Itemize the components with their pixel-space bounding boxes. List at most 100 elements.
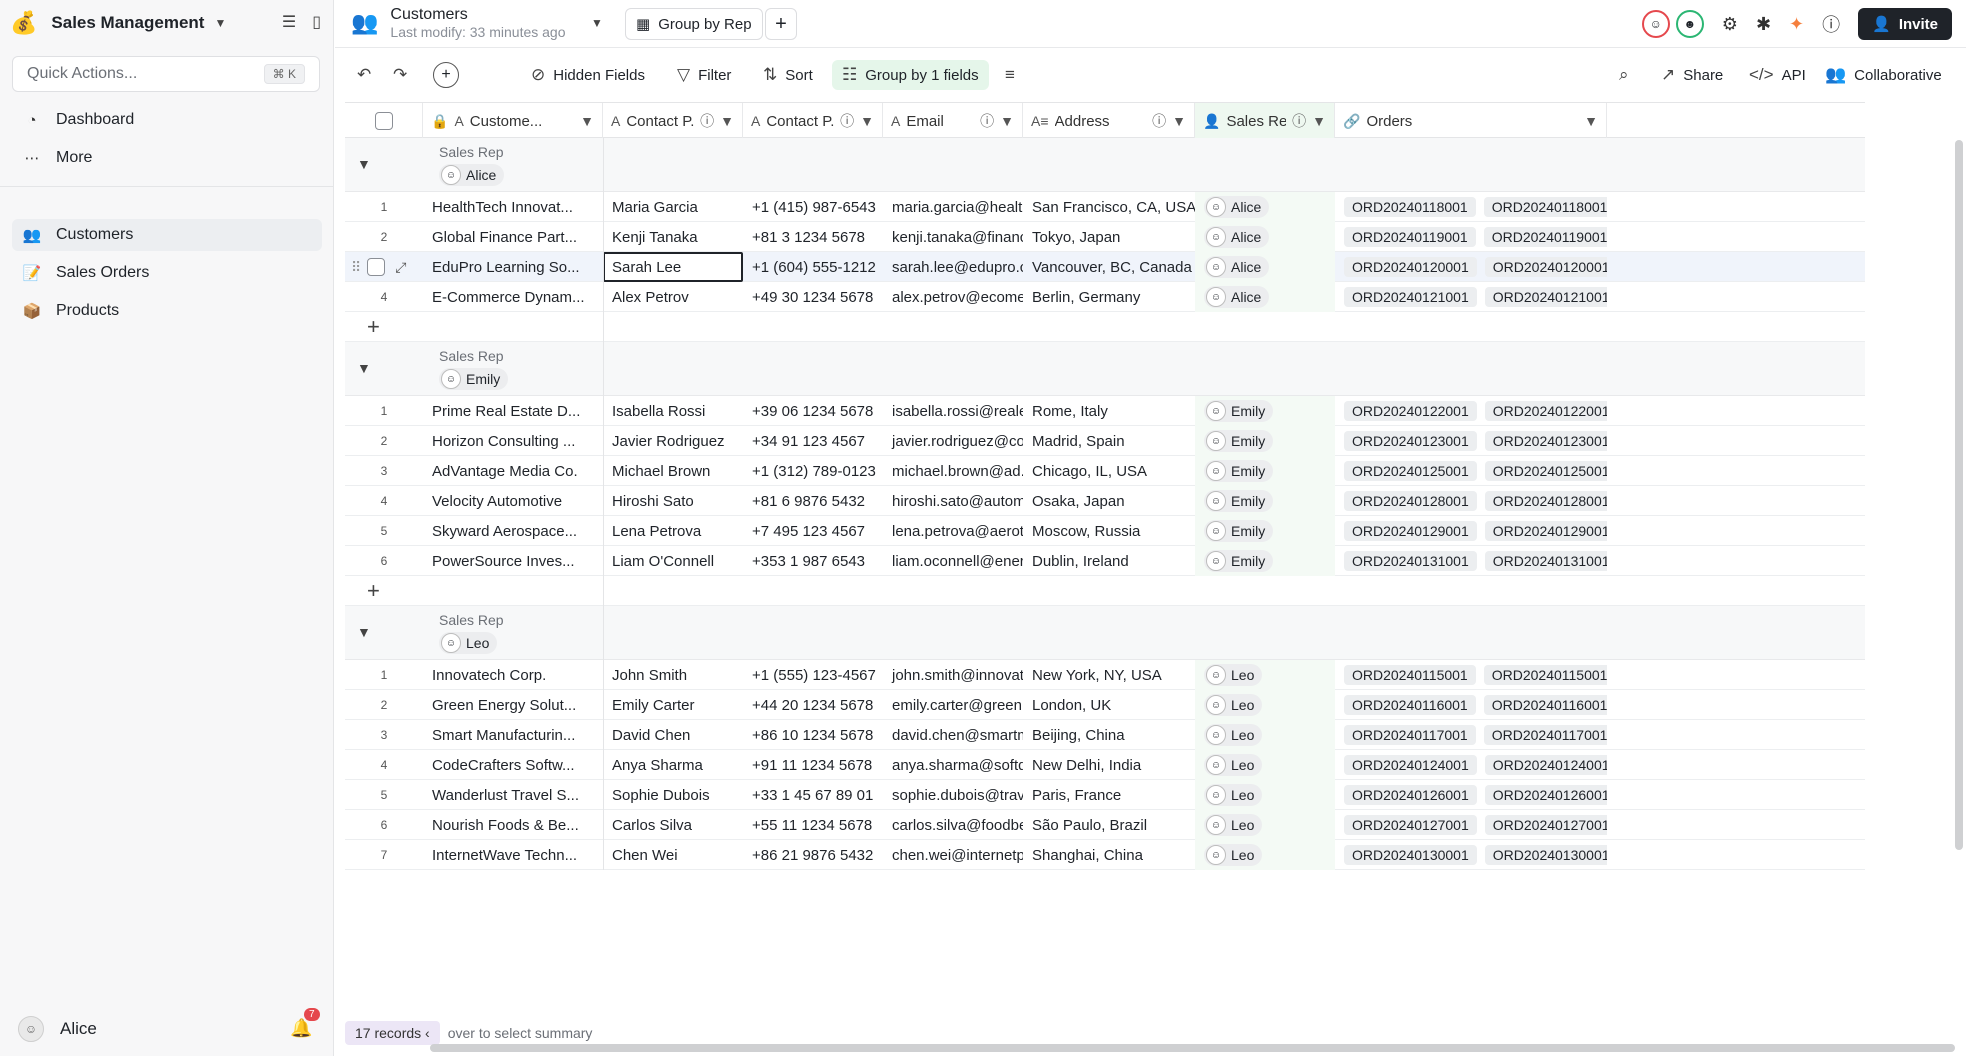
cell-a[interactable]: Moscow, Russia	[1023, 516, 1195, 546]
view-tab[interactable]: ▦ Group by Rep	[625, 8, 763, 40]
cell-o[interactable]: ORD20240119001 ORD20240119001	[1335, 222, 1607, 252]
table-row[interactable]: 3 Smart Manufacturin... David Chen +86 10 1…	[345, 720, 1865, 750]
collaborative-button[interactable]: 👥 Collaborative	[1825, 60, 1942, 90]
cell-o[interactable]: ORD20240125001 ORD20240125001	[1335, 456, 1607, 486]
cell-o[interactable]: ORD20240122001 ORD20240122001	[1335, 396, 1607, 426]
cell-o[interactable]: ORD20240115001 ORD20240115001	[1335, 660, 1607, 690]
cell-r[interactable]: ☺ Leo	[1195, 690, 1335, 720]
cell-p[interactable]: Liam O'Connell	[603, 546, 743, 576]
cell-ph[interactable]: +1 (415) 987-6543	[743, 192, 883, 222]
table-row[interactable]: 2 Horizon Consulting ... Javier Rodriguez +…	[345, 426, 1865, 456]
cell-a[interactable]: New Delhi, India	[1023, 750, 1195, 780]
collaborator-avatar[interactable]: ☻	[1675, 10, 1704, 38]
cell-p[interactable]: Alex Petrov	[603, 282, 743, 312]
cell-c[interactable]: Nourish Foods & Be...	[423, 810, 603, 840]
caret-down-icon[interactable]: ▼	[860, 113, 874, 129]
info-icon[interactable]: ⓘ	[840, 111, 854, 131]
cell-r[interactable]: ☺ Emily	[1195, 396, 1335, 426]
cell-o[interactable]: ORD20240130001 ORD20240130001	[1335, 840, 1607, 870]
cell-ph[interactable]: +91 11 1234 5678	[743, 750, 883, 780]
sidebar-item-sales-orders[interactable]: 📝 Sales Orders	[12, 257, 322, 289]
table-row[interactable]: 2 Green Energy Solut... Emily Carter +44 20…	[345, 690, 1865, 720]
bell-icon[interactable]: 🔔 7	[290, 1008, 320, 1039]
cell-p[interactable]: Chen Wei	[603, 840, 743, 870]
cell-a[interactable]: São Paulo, Brazil	[1023, 810, 1195, 840]
cell-r[interactable]: ☺ Emily	[1195, 426, 1335, 456]
cell-p[interactable]: John Smith	[603, 660, 743, 690]
cell-ph[interactable]: +39 06 1234 5678	[743, 396, 883, 426]
quick-actions-input[interactable]: Quick Actions... ⌘ K	[12, 56, 320, 92]
column-header-contact-person[interactable]: A Contact P... ⓘ ▼	[603, 103, 743, 139]
cell-e[interactable]: sophie.dubois@trav...	[883, 780, 1023, 810]
plus-icon[interactable]: +	[367, 578, 380, 604]
sort-button[interactable]: ⇅ Sort	[763, 60, 813, 90]
row-checkbox[interactable]	[367, 258, 386, 276]
cell-e[interactable]: john.smith@innovat...	[883, 660, 1023, 690]
cell-a[interactable]: Rome, Italy	[1023, 396, 1195, 426]
cell-o[interactable]: ORD20240121001 ORD20240121001	[1335, 282, 1607, 312]
sparkle-icon[interactable]: ✦	[1789, 14, 1804, 35]
chevron-down-icon[interactable]: ▼	[357, 156, 371, 172]
column-header-email[interactable]: A Email ⓘ ▼	[883, 103, 1023, 139]
cell-p[interactable]: Isabella Rossi	[603, 396, 743, 426]
cell-ph[interactable]: +353 1 987 6543	[743, 546, 883, 576]
cell-e[interactable]: sarah.lee@edupro.ca	[883, 252, 1023, 282]
cell-c[interactable]: Wanderlust Travel S...	[423, 780, 603, 810]
cell-p[interactable]: Hiroshi Sato	[603, 486, 743, 516]
sidebar-item-products[interactable]: 📦 Products	[12, 295, 322, 327]
cell-e[interactable]: hiroshi.sato@autom...	[883, 486, 1023, 516]
cell-c[interactable]: Global Finance Part...	[423, 222, 603, 252]
cell-r[interactable]: ☺ Emily	[1195, 546, 1335, 576]
gear-icon[interactable]: ⚙	[1722, 14, 1738, 35]
chevron-down-icon[interactable]: ▼	[591, 16, 603, 30]
app-switcher[interactable]: 💰 Sales Management ▼	[10, 8, 226, 38]
cell-c[interactable]: Horizon Consulting ...	[423, 426, 603, 456]
redo-icon[interactable]: ↷	[393, 60, 407, 90]
help-icon[interactable]: ⓘ	[1822, 11, 1840, 37]
cell-e[interactable]: emily.carter@green...	[883, 690, 1023, 720]
add-row[interactable]: +	[345, 312, 1865, 342]
sidebar-item-customers[interactable]: 👥 Customers	[12, 219, 322, 251]
caret-down-icon[interactable]: ▼	[1312, 113, 1326, 129]
cell-p[interactable]: Sarah Lee	[603, 252, 743, 282]
info-icon[interactable]: ⓘ	[1292, 111, 1306, 131]
cell-ph[interactable]: +86 21 9876 5432	[743, 840, 883, 870]
horizontal-scrollbar[interactable]	[430, 1044, 1955, 1052]
cell-o[interactable]: ORD20240120001 ORD20240120001	[1335, 252, 1607, 282]
cell-ph[interactable]: +86 10 1234 5678	[743, 720, 883, 750]
cell-ph[interactable]: +81 6 9876 5432	[743, 486, 883, 516]
cell-r[interactable]: ☺ Emily	[1195, 516, 1335, 546]
undo-icon[interactable]: ↶	[357, 60, 371, 90]
cell-c[interactable]: Velocity Automotive	[423, 486, 603, 516]
table-row[interactable]: 7 InternetWave Techn... Chen Wei +86 21 987…	[345, 840, 1865, 870]
cell-e[interactable]: liam.oconnell@ener...	[883, 546, 1023, 576]
cell-c[interactable]: Smart Manufacturin...	[423, 720, 603, 750]
cell-ph[interactable]: +44 20 1234 5678	[743, 690, 883, 720]
caret-down-icon[interactable]: ▼	[580, 113, 594, 129]
group-button[interactable]: ☷ Group by 1 fields	[832, 60, 989, 90]
cell-r[interactable]: ☺ Leo	[1195, 840, 1335, 870]
cell-p[interactable]: David Chen	[603, 720, 743, 750]
plugin-icon[interactable]: ✱	[1756, 14, 1771, 35]
cell-a[interactable]: Madrid, Spain	[1023, 426, 1195, 456]
cell-e[interactable]: maria.garcia@health...	[883, 192, 1023, 222]
cell-ph[interactable]: +49 30 1234 5678	[743, 282, 883, 312]
records-count[interactable]: 17 records ‹	[345, 1021, 440, 1045]
cell-a[interactable]: Shanghai, China	[1023, 840, 1195, 870]
cell-p[interactable]: Michael Brown	[603, 456, 743, 486]
cell-ph[interactable]: +7 495 123 4567	[743, 516, 883, 546]
vertical-scrollbar[interactable]	[1955, 140, 1963, 850]
cell-r[interactable]: ☺ Emily	[1195, 486, 1335, 516]
cell-e[interactable]: lena.petrova@aerot...	[883, 516, 1023, 546]
add-view-button[interactable]: +	[765, 8, 797, 40]
cell-a[interactable]: Beijing, China	[1023, 720, 1195, 750]
caret-down-icon[interactable]: ▼	[720, 113, 734, 129]
cell-a[interactable]: Chicago, IL, USA	[1023, 456, 1195, 486]
cell-r[interactable]: ☺ Leo	[1195, 660, 1335, 690]
expand-icon[interactable]: ⤢	[395, 259, 406, 276]
cell-c[interactable]: CodeCrafters Softw...	[423, 750, 603, 780]
cell-c[interactable]: PowerSource Inves...	[423, 546, 603, 576]
collaborator-avatar[interactable]: ☺	[1641, 10, 1670, 38]
cell-e[interactable]: alex.petrov@ecome...	[883, 282, 1023, 312]
cell-a[interactable]: Tokyo, Japan	[1023, 222, 1195, 252]
